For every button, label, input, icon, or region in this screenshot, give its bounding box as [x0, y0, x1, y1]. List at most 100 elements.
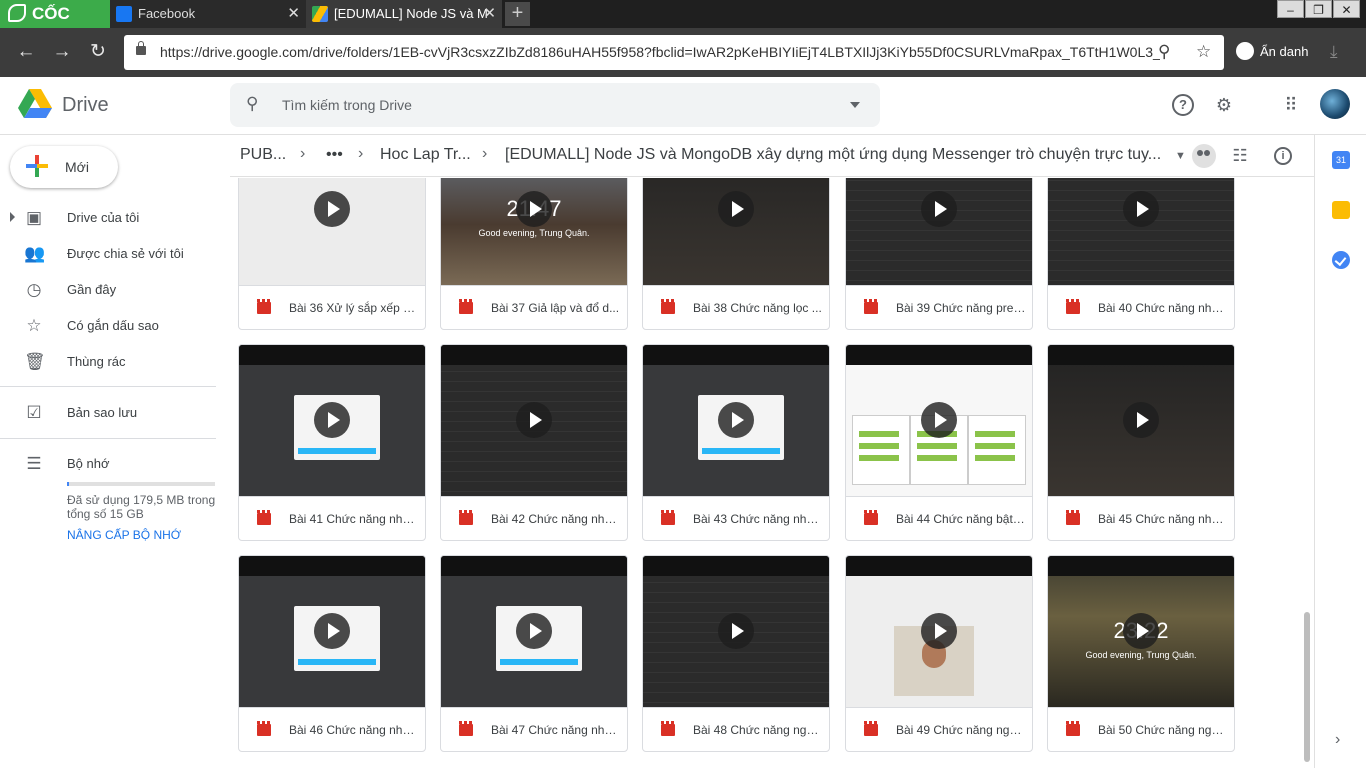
video-thumbnail[interactable]	[1048, 178, 1234, 285]
tab-drive[interactable]: [EDUMALL] Node JS và M ✕	[306, 0, 502, 28]
file-caption[interactable]: Bài 40 Chức năng nhắ...	[1048, 285, 1234, 329]
file-card[interactable]: Bài 43 Chức năng nhắ...	[642, 344, 830, 541]
file-card[interactable]: Bài 47 Chức năng nhắ...	[440, 555, 628, 752]
list-view-icon[interactable]: ☷	[1228, 144, 1252, 168]
video-thumbnail[interactable]	[643, 178, 829, 285]
play-icon[interactable]	[921, 191, 957, 227]
chevron-down-icon[interactable]: ▼	[1175, 150, 1186, 162]
breadcrumb-more[interactable]: •••	[326, 146, 343, 164]
file-card[interactable]: Bài 41 Chức năng nhắ...	[238, 344, 426, 541]
video-thumbnail[interactable]	[441, 345, 627, 496]
file-caption[interactable]: Bài 44 Chức năng bật ...	[846, 496, 1032, 540]
download-icon[interactable]: ⤓	[1330, 42, 1338, 62]
file-card[interactable]: Bài 40 Chức năng nhắ...	[1047, 178, 1235, 330]
play-icon[interactable]	[1123, 191, 1159, 227]
play-icon[interactable]	[718, 191, 754, 227]
play-icon[interactable]	[516, 613, 552, 649]
video-thumbnail[interactable]	[846, 178, 1032, 285]
restore-icon[interactable]: ❐	[1305, 0, 1332, 18]
video-thumbnail[interactable]: 23:22Good evening, Trung Quân.	[1048, 556, 1234, 707]
play-icon[interactable]	[314, 613, 350, 649]
avatar[interactable]	[1320, 89, 1350, 119]
help-icon[interactable]: ?	[1172, 94, 1194, 116]
video-thumbnail[interactable]	[643, 556, 829, 707]
back-icon[interactable]: ←	[14, 40, 38, 64]
video-thumbnail[interactable]	[846, 345, 1032, 496]
settings-icon[interactable]: ⚙	[1213, 94, 1235, 116]
expand-caret-icon[interactable]	[10, 212, 15, 222]
file-card[interactable]: 21:47Good evening, Trung Quân. Bài 37 Giả…	[440, 178, 628, 330]
play-icon[interactable]	[718, 613, 754, 649]
video-thumbnail[interactable]	[239, 556, 425, 707]
video-thumbnail[interactable]	[1048, 345, 1234, 496]
close-icon[interactable]: ✕	[287, 0, 300, 28]
play-icon[interactable]	[314, 191, 350, 227]
new-tab-button[interactable]: +	[505, 2, 530, 26]
calendar-icon[interactable]: 31	[1332, 151, 1350, 169]
file-caption[interactable]: Bài 37 Giả lập và đổ d...	[441, 285, 627, 329]
file-caption[interactable]: Bài 38 Chức năng lọc ...	[643, 285, 829, 329]
sidebar-item-recent[interactable]: ◷ Gần đây	[0, 274, 230, 306]
drive-title[interactable]: Drive	[62, 94, 109, 117]
play-icon[interactable]	[1123, 402, 1159, 438]
file-card[interactable]: Bài 48 Chức năng ngh...	[642, 555, 830, 752]
file-caption[interactable]: Bài 47 Chức năng nhắ...	[441, 707, 627, 751]
file-card[interactable]: Bài 38 Chức năng lọc ...	[642, 178, 830, 330]
breadcrumb-current-folder[interactable]: [EDUMALL] Node JS và MongoDB xây dựng mộ…	[505, 146, 1170, 164]
file-caption[interactable]: Bài 49 Chức năng ngh...	[846, 707, 1032, 751]
file-card[interactable]: Bài 42 Chức năng nhắ...	[440, 344, 628, 541]
video-thumbnail[interactable]	[846, 556, 1032, 707]
play-icon[interactable]	[718, 402, 754, 438]
tab-facebook[interactable]: Facebook ✕	[110, 0, 306, 28]
file-caption[interactable]: Bài 39 Chức năng prev...	[846, 285, 1032, 329]
sidebar-item-starred[interactable]: ☆ Có gắn dấu sao	[0, 310, 230, 342]
play-icon[interactable]	[516, 402, 552, 438]
file-card[interactable]: Bài 39 Chức năng prev...	[845, 178, 1033, 330]
minimize-icon[interactable]: –	[1277, 0, 1304, 18]
reload-icon[interactable]: ↻	[86, 40, 110, 64]
scrollbar[interactable]	[1304, 612, 1310, 762]
file-caption[interactable]: Bài 36 Xử lý sắp xếp c...	[239, 285, 425, 329]
file-card[interactable]: Bài 45 Chức năng nhắ...	[1047, 344, 1235, 541]
play-icon[interactable]	[314, 402, 350, 438]
new-button[interactable]: Mới	[10, 146, 118, 188]
play-icon[interactable]	[1123, 613, 1159, 649]
breadcrumb-item[interactable]: Hoc Lap Tr...	[380, 146, 471, 164]
search-options-icon[interactable]	[850, 102, 860, 108]
video-thumbnail[interactable]	[239, 178, 425, 285]
bookmark-star-icon[interactable]: ☆	[1196, 42, 1211, 62]
search-icon[interactable]: ⚲	[246, 94, 258, 114]
file-card[interactable]: Bài 46 Chức năng nhắ...	[238, 555, 426, 752]
apps-grid-icon[interactable]: ⠿	[1280, 94, 1302, 116]
video-thumbnail[interactable]	[643, 345, 829, 496]
play-icon[interactable]	[921, 613, 957, 649]
keep-icon[interactable]	[1332, 201, 1350, 219]
tasks-icon[interactable]	[1332, 251, 1350, 269]
file-card[interactable]: Bài 49 Chức năng ngh...	[845, 555, 1033, 752]
file-card[interactable]: Bài 36 Xử lý sắp xếp c...	[238, 178, 426, 330]
file-caption[interactable]: Bài 50 Chức năng ngh...	[1048, 707, 1234, 751]
video-thumbnail[interactable]	[441, 556, 627, 707]
upgrade-storage-link[interactable]: NÂNG CẤP BỘ NHỚ	[67, 528, 181, 542]
file-caption[interactable]: Bài 41 Chức năng nhắ...	[239, 496, 425, 540]
sidebar-item-shared[interactable]: 👥 Được chia sẻ với tôi	[0, 238, 230, 270]
file-caption[interactable]: Bài 42 Chức năng nhắ...	[441, 496, 627, 540]
file-caption[interactable]: Bài 45 Chức năng nhắ...	[1048, 496, 1234, 540]
drive-logo-icon[interactable]	[18, 89, 52, 119]
file-caption[interactable]: Bài 43 Chức năng nhắ...	[643, 496, 829, 540]
file-card[interactable]: 23:22Good evening, Trung Quân. Bài 50 Chứ…	[1047, 555, 1235, 752]
sidebar-item-storage[interactable]: ☰ Bộ nhớ	[0, 448, 230, 480]
play-icon[interactable]	[921, 402, 957, 438]
forward-icon[interactable]: →	[50, 40, 74, 64]
shared-people-icon[interactable]	[1192, 144, 1216, 168]
play-icon[interactable]	[516, 191, 552, 227]
sidebar-item-backups[interactable]: ☑ Bản sao lưu	[0, 397, 230, 429]
incognito-indicator[interactable]: Ẩn danh	[1236, 42, 1308, 60]
sidebar-item-trash[interactable]: 🗑 Thùng rác	[0, 346, 230, 378]
video-thumbnail[interactable]	[239, 345, 425, 496]
sidebar-item-my-drive[interactable]: ▣ Drive của tôi	[0, 202, 230, 234]
url-field[interactable]: https://drive.google.com/drive/folders/1…	[124, 35, 1224, 70]
zoom-icon[interactable]: ⚲	[1158, 42, 1170, 62]
file-card[interactable]: Bài 44 Chức năng bật ...	[845, 344, 1033, 541]
file-caption[interactable]: Bài 48 Chức năng ngh...	[643, 707, 829, 751]
